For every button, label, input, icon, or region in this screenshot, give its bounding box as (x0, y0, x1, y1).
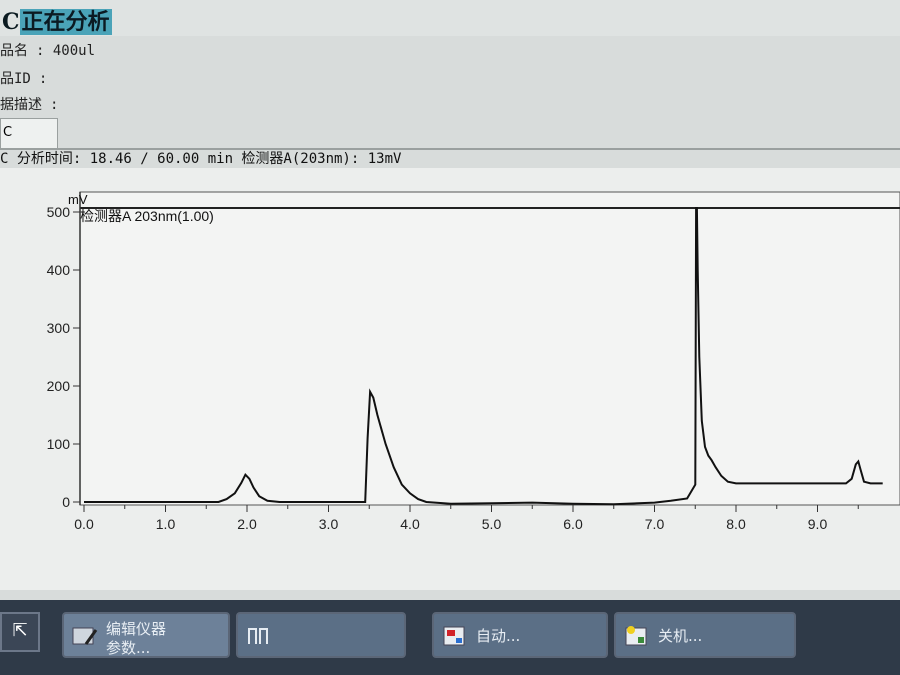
shutdown-icon (625, 626, 647, 646)
x-tick-label: 9.0 (808, 516, 828, 532)
instrument-edit-icon (72, 627, 98, 645)
taskbar: ⇱ 编辑仪器 参数... 自动... 关机... (0, 600, 900, 675)
title-prefix: C (2, 9, 20, 35)
y-tick-label: 300 (47, 320, 71, 336)
x-tick-label: 1.0 (156, 516, 176, 532)
y-tick-label: 400 (47, 262, 71, 278)
chart-axes (79, 191, 900, 506)
auto-run-icon (443, 626, 465, 646)
window-title: C正在分析 (2, 4, 112, 36)
x-tick-label: 4.0 (400, 516, 420, 532)
edit-params-label-line2: 参数... (106, 639, 151, 657)
tab-strip: C (0, 118, 900, 150)
waveform-icon (248, 628, 268, 644)
y-tick-label: 0 (62, 494, 70, 510)
x-tick-label: 3.0 (319, 516, 339, 532)
data-desc-value: : (50, 97, 59, 113)
x-tick-label: 7.0 (645, 516, 665, 532)
auto-label: 自动... (476, 627, 521, 645)
title-bar: C正在分析 (0, 0, 900, 36)
x-tick-label: 6.0 (563, 516, 583, 532)
waveform-button[interactable] (236, 612, 406, 658)
shutdown-label: 关机... (658, 627, 703, 645)
title-status: 正在分析 (19, 9, 112, 35)
sample-id-label: 品ID (0, 71, 31, 87)
sample-id-row: 品ID: (0, 68, 47, 88)
shutdown-button[interactable]: 关机... (614, 612, 796, 658)
edit-params-label-line1: 编辑仪器 (106, 620, 167, 638)
chromatogram-chart: 0.0 1.0 2.0 3.0 4.0 5.0 6.0 7.0 8.0 9.0 0 100 200 300… (0, 168, 900, 590)
sample-name-value: : 400ul (36, 43, 96, 59)
x-tick-label: 2.0 (237, 516, 257, 532)
series-label: 检测器A 203nm(1.00) (80, 208, 214, 224)
sample-name-label: 品名 (0, 43, 28, 59)
x-tick-label: 0.0 (74, 516, 94, 532)
y-tick-label: 200 (47, 378, 71, 394)
y-tick-label: 100 (47, 436, 71, 452)
analysis-status: C 分析时间: 18.46 / 60.00 min 检测器A(203nm): 1… (0, 151, 402, 167)
x-tick-label: 8.0 (726, 516, 746, 532)
plot-area (79, 191, 900, 506)
tab-chromatogram[interactable]: C (0, 118, 58, 148)
start-button[interactable]: ⇱ (0, 612, 40, 652)
sample-id-value: : (38, 71, 48, 87)
edit-instrument-params-button[interactable]: 编辑仪器 参数... (62, 612, 230, 658)
sample-name-row: 品名 : 400ul (0, 40, 95, 60)
chromatogram-panel: 0.0 1.0 2.0 3.0 4.0 5.0 6.0 7.0 8.0 9.0 0 100 200 300… (0, 168, 900, 590)
x-tick-label: 5.0 (482, 516, 502, 532)
y-axis-unit: mV (68, 192, 88, 207)
auto-button[interactable]: 自动... (432, 612, 608, 658)
data-desc-label: 据描述 (0, 97, 42, 113)
y-tick-label: 500 (47, 204, 71, 220)
data-desc-row: 据描述: (0, 94, 58, 114)
